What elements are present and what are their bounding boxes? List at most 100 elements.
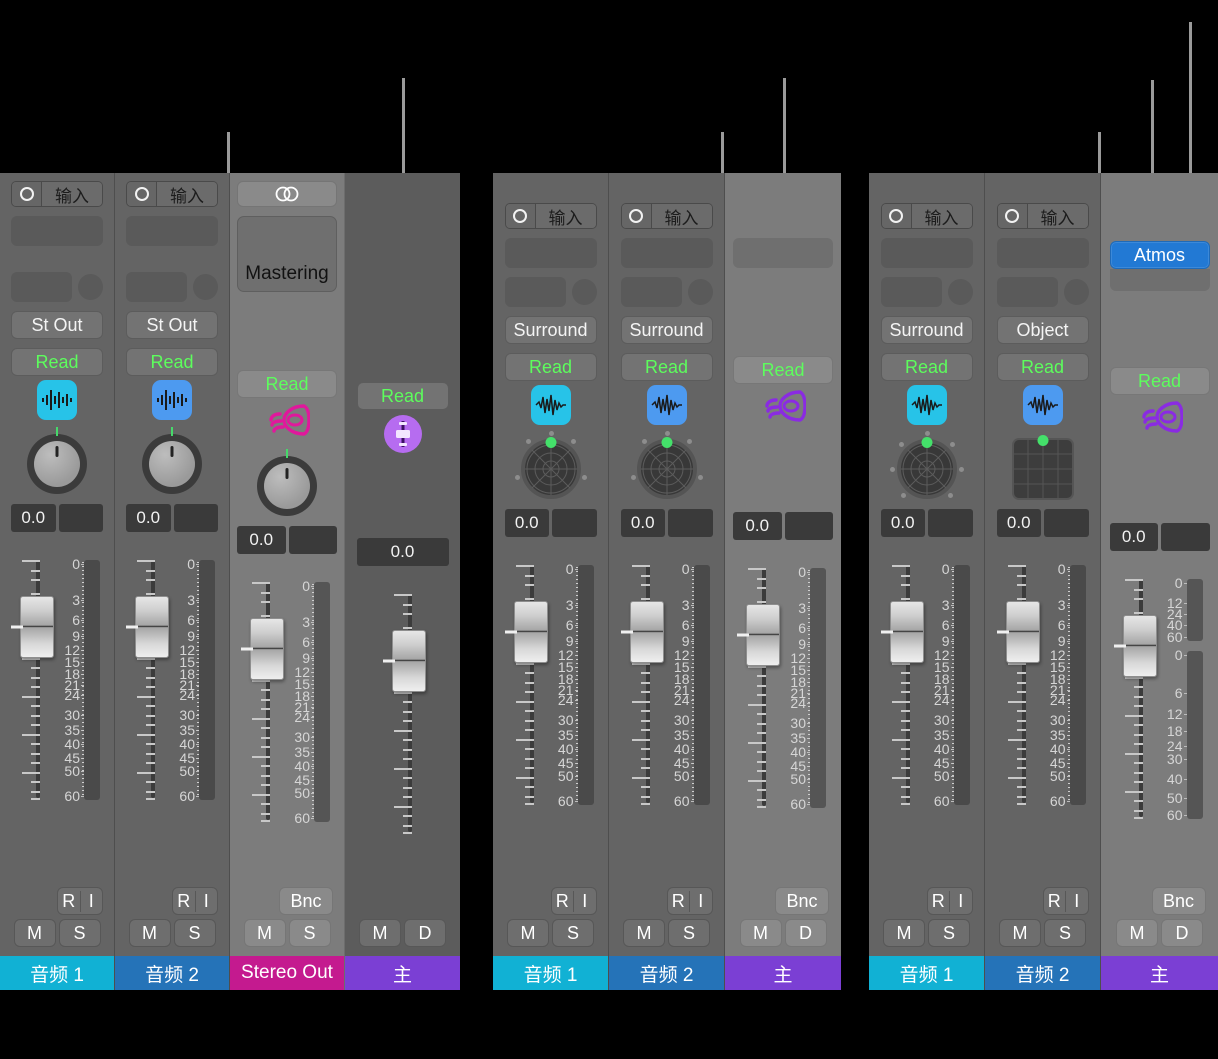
strip-audio-1[interactable]: 输入 St Out Read 0.0 0 3 6 9 12 15 18 21 2…: [0, 173, 115, 990]
io-row[interactable]: 输入: [11, 181, 103, 207]
send-row[interactable]: [996, 277, 1089, 307]
input-monitor-button[interactable]: I: [81, 891, 103, 912]
volume-value[interactable]: 0.0: [504, 509, 549, 537]
io-row[interactable]: 输入: [126, 181, 218, 207]
value-row[interactable]: 0.0: [504, 509, 597, 537]
mute-button[interactable]: M: [739, 919, 782, 947]
pan-knob-wrap[interactable]: [27, 424, 87, 504]
value-row[interactable]: 0.0: [237, 526, 337, 554]
automation-button[interactable]: Read: [504, 353, 597, 381]
strip-audio-1[interactable]: 输入 Surround Read 0.0 0 3 6 9 12 15 18 21…: [869, 173, 985, 990]
output-button[interactable]: Surround: [504, 316, 597, 344]
surround-panner-wrap[interactable]: [629, 429, 705, 509]
volume-fader[interactable]: [620, 559, 664, 809]
strip-master[interactable]: Atmos Read 0.0 0 12 24 40 60 0 6 12 18 2…: [1101, 173, 1218, 990]
value-row[interactable]: 0.0: [1109, 523, 1210, 551]
insert-slot[interactable]: [996, 238, 1089, 268]
send-knob[interactable]: [687, 279, 713, 305]
send-slot[interactable]: [504, 277, 566, 307]
value-row[interactable]: 0.0: [996, 509, 1089, 537]
value-row[interactable]: 0.0: [356, 538, 449, 566]
pan-knob-wrap[interactable]: [257, 446, 317, 526]
mute-button[interactable]: M: [13, 919, 56, 947]
value-row[interactable]: 0.0: [620, 509, 713, 537]
insert-slot[interactable]: [1109, 269, 1210, 291]
input-monitor-button[interactable]: I: [1066, 891, 1088, 912]
track-name-plate[interactable]: 主: [345, 956, 460, 990]
record-circle-icon[interactable]: [505, 204, 536, 228]
volume-value[interactable]: 0.0: [1109, 523, 1158, 551]
bounce-button[interactable]: Bnc: [1151, 887, 1206, 915]
object-panner[interactable]: [1011, 435, 1074, 500]
plugin-slot-mastering[interactable]: Mastering: [237, 216, 337, 292]
value-row[interactable]: 0.0: [880, 509, 973, 537]
volume-value[interactable]: 0.0: [996, 509, 1041, 537]
send-slot[interactable]: [880, 277, 942, 307]
send-row[interactable]: [880, 277, 973, 307]
record-input-buttons[interactable]: R I: [926, 887, 973, 915]
volume-value[interactable]: 0.0: [880, 509, 925, 537]
automation-button[interactable]: Read: [1109, 367, 1210, 395]
record-circle-icon[interactable]: [621, 204, 652, 228]
fader-meter-section[interactable]: [355, 582, 451, 840]
record-enable-button[interactable]: R: [668, 890, 690, 912]
strip-master[interactable]: Read 0.0: [345, 173, 460, 990]
record-circle-icon[interactable]: [12, 182, 42, 206]
send-row[interactable]: [620, 277, 713, 307]
mute-button[interactable]: M: [359, 919, 401, 947]
pan-knob[interactable]: [142, 427, 202, 494]
volume-value[interactable]: 0.0: [356, 538, 449, 566]
automation-button[interactable]: Read: [11, 348, 103, 376]
fader-meter-section[interactable]: 0 3 6 9 12 15 18 21 24 30 35 40 45 50 60: [9, 548, 105, 806]
send-knob[interactable]: [78, 274, 103, 300]
automation-button[interactable]: Read: [880, 353, 973, 381]
track-name-plate[interactable]: 音频 1: [493, 956, 608, 990]
solo-button[interactable]: S: [552, 919, 594, 947]
dim-button[interactable]: D: [404, 919, 446, 947]
pan-value[interactable]: [173, 504, 218, 532]
atmos-button[interactable]: Atmos: [1109, 241, 1210, 269]
record-input-buttons[interactable]: R I: [666, 887, 713, 915]
value-row[interactable]: 0.0: [126, 504, 218, 532]
surround-panner[interactable]: [629, 431, 705, 507]
strip-audio-2[interactable]: 输入 Object Read 0.0 0 3 6 9 12 15 18 21 2…: [985, 173, 1101, 990]
send-slot[interactable]: [996, 277, 1058, 307]
fader-meter-section[interactable]: 0 3 6 9 12 15 18 21 24 30 35 40 45 50 60: [879, 553, 975, 811]
input-label[interactable]: 输入: [911, 204, 972, 228]
object-panner-wrap[interactable]: [1011, 429, 1074, 509]
record-input-buttons[interactable]: R I: [550, 887, 597, 915]
track-name-plate[interactable]: 音频 1: [869, 956, 984, 990]
volume-value[interactable]: 0.0: [733, 512, 782, 540]
record-enable-button[interactable]: R: [58, 890, 81, 912]
insert-slot[interactable]: [733, 238, 833, 268]
surround-panner[interactable]: [513, 431, 589, 507]
track-name-plate[interactable]: 主: [725, 956, 841, 990]
solo-button[interactable]: S: [173, 919, 216, 947]
fader-meter-section[interactable]: 0 3 6 9 12 15 18 21 24 30 35 40 45 50 60: [619, 553, 715, 811]
insert-slot[interactable]: [504, 238, 597, 268]
track-name-plate[interactable]: Stereo Out: [230, 956, 344, 990]
record-enable-button[interactable]: R: [928, 890, 950, 912]
volume-fader[interactable]: [880, 559, 924, 809]
input-monitor-button[interactable]: I: [950, 891, 972, 912]
strip-audio-1[interactable]: 输入 Surround Read 0.0 0 3 6 9 12 15 18 21…: [493, 173, 609, 990]
surround-panner[interactable]: [889, 431, 965, 507]
track-name-plate[interactable]: 主: [1101, 956, 1218, 990]
output-button[interactable]: Surround: [620, 316, 713, 344]
strip-audio-2[interactable]: 输入 St Out Read 0.0 0 3 6 9 12 15 18 21 2…: [115, 173, 230, 990]
strip-stereo-out[interactable]: Mastering Read 0.0 0 3 6 9 12 15 18 21 2…: [230, 173, 345, 990]
pan-knob-wrap[interactable]: [142, 424, 202, 504]
send-knob[interactable]: [571, 279, 597, 305]
record-enable-button[interactable]: R: [1044, 890, 1066, 912]
dim-button[interactable]: D: [784, 919, 827, 947]
send-slot[interactable]: [620, 277, 682, 307]
io-row[interactable]: 输入: [504, 203, 597, 229]
solo-button[interactable]: S: [928, 919, 970, 947]
io-row[interactable]: 输入: [996, 203, 1089, 229]
dim-button[interactable]: D: [1161, 919, 1203, 947]
send-knob[interactable]: [193, 274, 218, 300]
pan-value[interactable]: [928, 509, 973, 537]
input-label[interactable]: 输入: [42, 182, 102, 206]
record-input-buttons[interactable]: R I: [1042, 887, 1089, 915]
send-knob[interactable]: [947, 279, 973, 305]
